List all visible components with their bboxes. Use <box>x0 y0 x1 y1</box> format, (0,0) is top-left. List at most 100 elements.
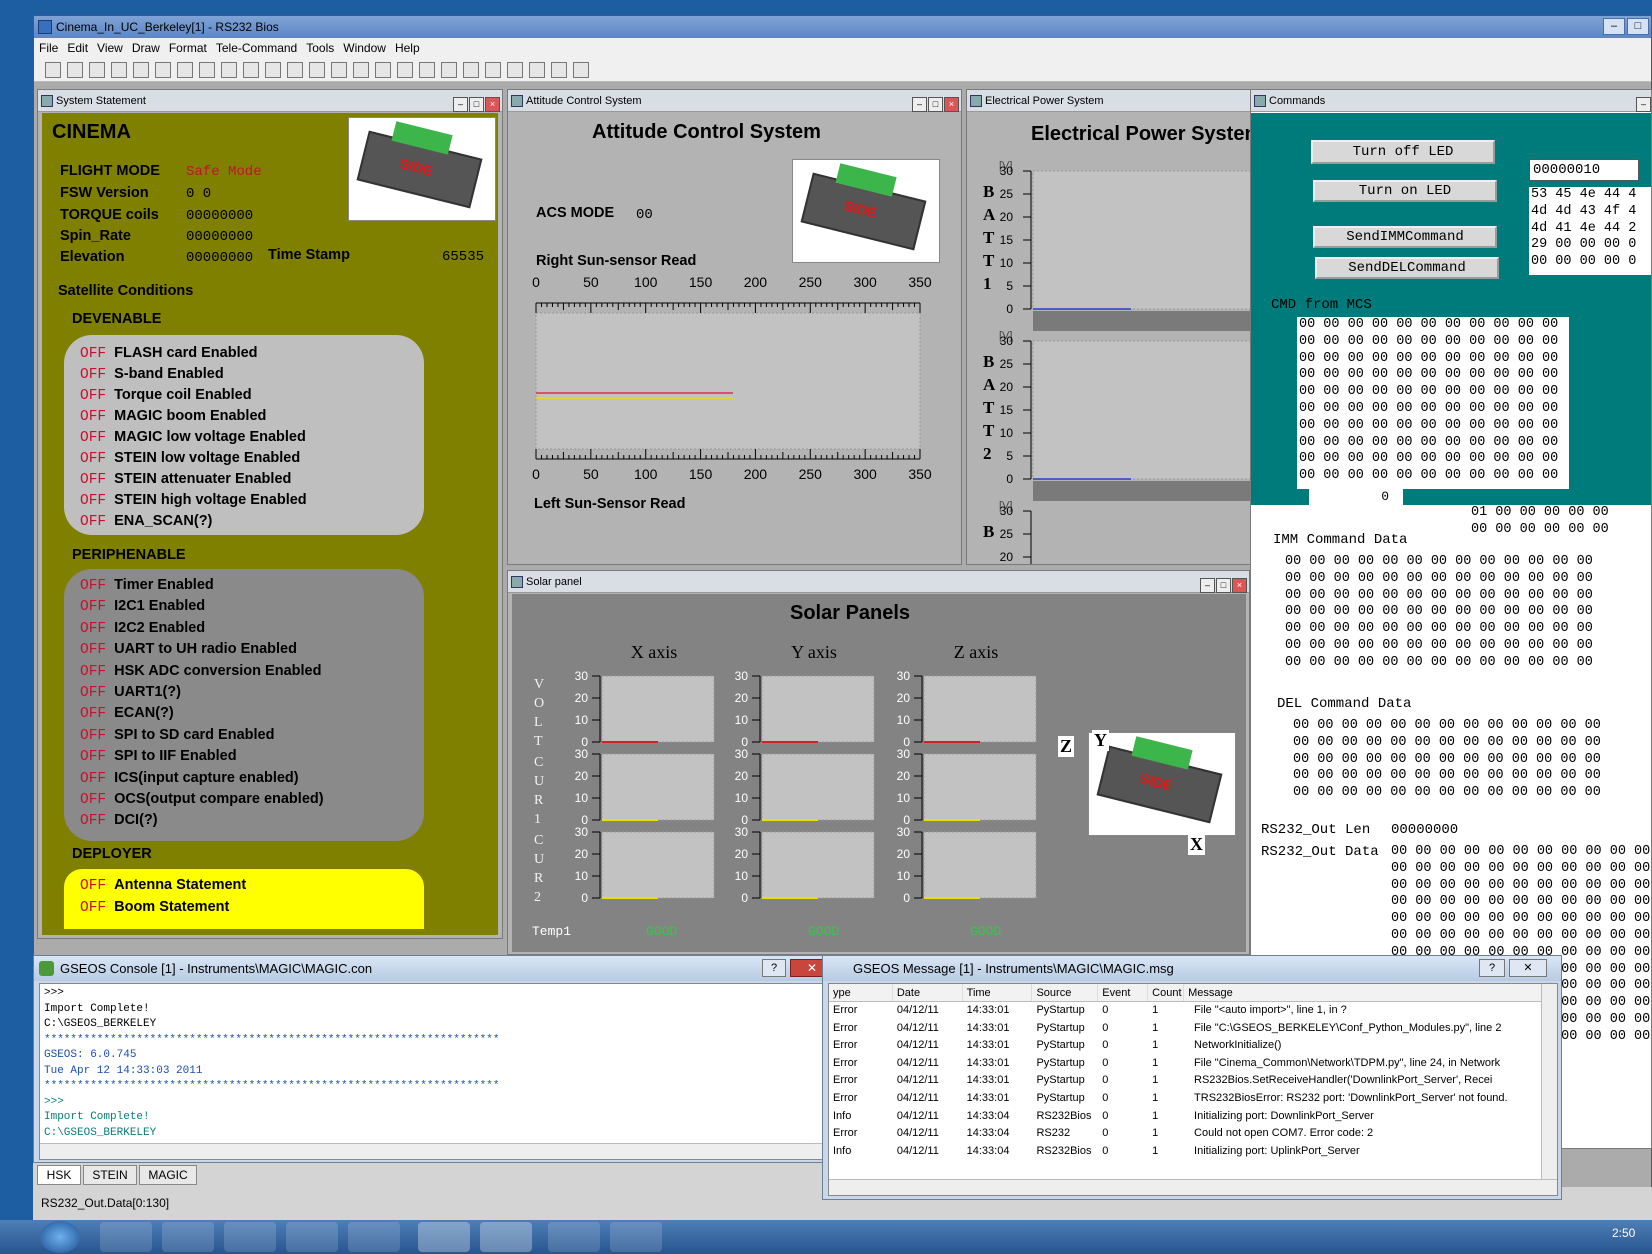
battery-label-letter: A <box>983 205 996 224</box>
y-axis-label: Y <box>1092 730 1109 751</box>
console-line: Import Complete! <box>44 1002 150 1015</box>
binary-icon[interactable] <box>375 62 391 78</box>
taskbar-device-icon[interactable] <box>224 1222 276 1252</box>
help-button[interactable]: ? <box>1479 959 1505 977</box>
print-icon[interactable] <box>111 62 127 78</box>
globe-icon[interactable] <box>309 62 325 78</box>
devenable-heading: DEVENABLE <box>72 311 162 327</box>
menu-edit[interactable]: Edit <box>67 41 88 55</box>
menu-file[interactable]: File <box>39 41 58 55</box>
taskbar-rs232-icon[interactable] <box>418 1222 470 1252</box>
numeric-icon[interactable] <box>441 62 457 78</box>
maximize-button[interactable]: □ <box>1216 578 1231 593</box>
keyboard-icon[interactable] <box>287 62 303 78</box>
message-cell: 1 <box>1152 1039 1159 1052</box>
help-icon[interactable] <box>265 62 281 78</box>
help-button[interactable]: ? <box>762 959 786 977</box>
tick-label: 10 <box>575 869 589 883</box>
close-button[interactable]: × <box>944 97 959 112</box>
vertical-scrollbar[interactable] <box>1541 984 1557 1180</box>
cascade-icon[interactable] <box>573 62 589 78</box>
taskbar-firefox-icon[interactable] <box>100 1222 152 1252</box>
console-output[interactable]: >>> Import Complete! C:\GSEOS_BERKELEY ****… <box>39 983 839 1160</box>
tick-label: 200 <box>744 274 768 290</box>
zoom-out-icon[interactable] <box>529 62 545 78</box>
minimize-button[interactable]: – <box>1200 578 1215 593</box>
maximize-button[interactable]: □ <box>1627 18 1649 35</box>
new-icon[interactable] <box>45 62 61 78</box>
menu-window[interactable]: Window <box>343 41 386 55</box>
check-icon[interactable] <box>331 62 347 78</box>
app-title: Cinema_In_UC_Berkeley[1] - RS232 Bios <box>56 20 279 34</box>
commands-top-panel: Turn off LED Turn on LED SendIMMCommand … <box>1251 113 1651 505</box>
minimize-button[interactable]: – <box>1603 18 1625 35</box>
tab-magic[interactable]: MAGIC <box>139 1165 197 1185</box>
taskbar-csharp-icon[interactable] <box>348 1222 400 1252</box>
off-status: OFF <box>80 388 107 404</box>
warning-icon[interactable] <box>243 62 259 78</box>
battery-label-letter: T <box>983 421 995 440</box>
taskbar-pdf-icon[interactable] <box>548 1222 600 1252</box>
menu-view[interactable]: View <box>97 41 123 55</box>
zoom-in-icon[interactable] <box>507 62 523 78</box>
hand-icon[interactable] <box>485 62 501 78</box>
tile-icon[interactable] <box>551 62 567 78</box>
minimize-button[interactable]: – <box>1636 97 1651 112</box>
menu-telecommand[interactable]: Tele-Command <box>216 41 297 55</box>
tick-label: 30 <box>1000 334 1014 348</box>
start-button[interactable] <box>40 1221 80 1253</box>
solar-row-letter: 1 <box>534 812 541 827</box>
close-button[interactable]: × <box>485 97 500 112</box>
horizontal-scrollbar[interactable] <box>40 1143 838 1159</box>
taskbar-window-icon[interactable] <box>286 1222 338 1252</box>
taskbar-gseos-icon[interactable] <box>480 1222 532 1252</box>
undo-icon[interactable] <box>133 62 149 78</box>
turn-off-led-button[interactable]: Turn off LED <box>1311 140 1495 164</box>
open-icon[interactable] <box>67 62 83 78</box>
periphenable-item-label: UART to UH radio Enabled <box>114 641 297 658</box>
system-tray-icons[interactable] <box>1512 1230 1582 1244</box>
menu-help[interactable]: Help <box>395 41 420 55</box>
devenable-item: OFF STEIN low voltage Enabled <box>80 450 300 467</box>
text-icon[interactable] <box>419 62 435 78</box>
tab-stein[interactable]: STEIN <box>83 1165 137 1185</box>
send-del-command-button[interactable]: SendDELCommand <box>1315 257 1499 279</box>
save-icon[interactable] <box>89 62 105 78</box>
tab-hsk[interactable]: HSK <box>37 1165 81 1185</box>
tick-label: 0 <box>1006 472 1013 486</box>
close-button[interactable]: ✕ <box>1509 959 1547 977</box>
maximize-button[interactable]: □ <box>469 97 484 112</box>
menu-draw[interactable]: Draw <box>132 41 160 55</box>
pointer-icon[interactable] <box>397 62 413 78</box>
taskbar-explorer-icon[interactable] <box>162 1222 214 1252</box>
copy-icon[interactable] <box>177 62 193 78</box>
battery-label-letter: T <box>983 398 995 417</box>
button-icon[interactable] <box>463 62 479 78</box>
paste-icon[interactable] <box>199 62 215 78</box>
menu-tools[interactable]: Tools <box>306 41 334 55</box>
maximize-button[interactable]: □ <box>928 97 943 112</box>
close-button[interactable]: × <box>1232 578 1247 593</box>
column-header: Message <box>1184 984 1544 1001</box>
del-command-label: DEL Command Data <box>1277 696 1412 712</box>
message-list[interactable]: ype Date Time Source Event Count Message Error 0… <box>828 983 1558 1196</box>
minimize-button[interactable]: – <box>912 97 927 112</box>
horizontal-scrollbar[interactable] <box>829 1179 1557 1195</box>
solar-row-letter: V <box>534 677 544 692</box>
message-cell: Error <box>833 1127 858 1140</box>
minimize-button[interactable]: – <box>453 97 468 112</box>
battery-label-letter: T <box>983 228 995 247</box>
menu-format[interactable]: Format <box>169 41 207 55</box>
command-value-field[interactable]: 00000010 <box>1529 159 1639 181</box>
console-window: GSEOS Console [1] - Instruments\MAGIC\MA… <box>33 955 843 1163</box>
deployer-item-label: Antenna Statement <box>114 877 247 893</box>
message-cell: 1 <box>1152 1109 1159 1122</box>
tick-label: 0 <box>581 891 588 905</box>
delete-icon[interactable] <box>221 62 237 78</box>
eraser-icon[interactable] <box>155 62 171 78</box>
spin-rate-value: 00000000 <box>186 229 254 245</box>
draw-icon[interactable] <box>353 62 369 78</box>
turn-on-led-button[interactable]: Turn on LED <box>1313 180 1497 202</box>
send-imm-command-button[interactable]: SendIMMCommand <box>1313 226 1497 248</box>
taskbar-excel-icon[interactable] <box>610 1222 662 1252</box>
